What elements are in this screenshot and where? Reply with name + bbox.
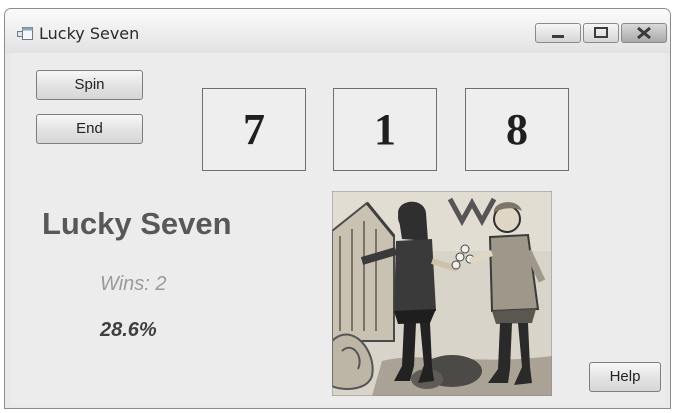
help-button[interactable]: Help	[589, 362, 661, 392]
medieval-coin-picture	[332, 191, 552, 396]
wins-label: Wins: 2	[100, 273, 167, 295]
spin-button[interactable]: Spin	[36, 70, 143, 100]
window-title: Lucky Seven	[39, 24, 140, 43]
minimize-icon	[552, 35, 564, 38]
maximize-icon	[594, 27, 608, 38]
maximize-button[interactable]	[583, 23, 619, 43]
app-window-icon	[17, 27, 33, 40]
title-bar[interactable]: Lucky Seven	[5, 9, 670, 53]
end-button[interactable]: End	[36, 114, 143, 144]
app-heading: Lucky Seven	[42, 206, 232, 241]
close-icon	[637, 26, 651, 40]
minimize-button[interactable]	[535, 23, 581, 43]
slot-3: 8	[465, 88, 569, 171]
slot-2: 1	[333, 88, 437, 171]
client-area: Spin End 7 1 8 Lucky Seven Wins: 2 28.6%	[11, 53, 665, 405]
app-window: Lucky Seven Spin End 7 1 8 Lucky Seven W…	[4, 8, 671, 409]
slot-1: 7	[202, 88, 306, 171]
win-percentage-label: 28.6%	[100, 319, 157, 341]
close-button[interactable]	[621, 23, 667, 43]
